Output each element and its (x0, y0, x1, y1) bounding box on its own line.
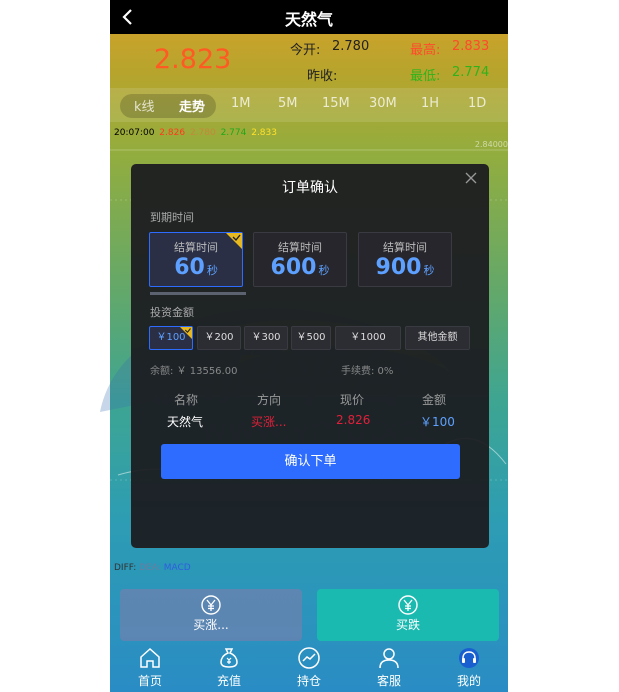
time-selection-indicator (150, 292, 246, 295)
home-icon (140, 647, 160, 668)
amount-option-100[interactable]: ￥100 (149, 326, 193, 350)
low-label: 最低: (410, 69, 441, 84)
close-icon[interactable] (464, 171, 478, 185)
fee-text: 手续费: 0% (341, 366, 394, 377)
nav-label: 客服 (376, 674, 401, 688)
user-icon (379, 648, 399, 669)
nav-recharge[interactable]: 充值 (199, 646, 259, 689)
price-info-line: 20:07:00 2.826 2.780 2.774 2.833 (114, 128, 279, 138)
macd-label: MACD (163, 563, 191, 573)
nav-label: 我的 (456, 674, 481, 688)
macd-indicator: DIFF: DEA: MACD (114, 563, 191, 573)
nav-positions[interactable]: 持仓 (279, 646, 339, 689)
amount-option-300[interactable]: ￥300 (244, 326, 288, 350)
time-option-value: 600 (270, 255, 317, 280)
nav-service[interactable]: 客服 (359, 646, 419, 689)
open-label: 今开: (290, 43, 321, 58)
nav-label: 充值 (216, 674, 241, 688)
col-header-direction: 方向 (257, 393, 282, 407)
tab-trend[interactable]: 走势 (179, 96, 205, 115)
headset-icon (459, 648, 479, 668)
open-value: 2.780 (332, 39, 370, 54)
trade-buttons: 买涨... 买跌 (110, 589, 508, 641)
amount-option-label: ￥500 (296, 332, 326, 343)
time-option-unit: 秒 (206, 264, 218, 277)
col-header-name: 名称 (174, 393, 199, 407)
chart-icon (298, 647, 320, 669)
period-tabs: k线 走势 1M 5M 15M 30M 1H 1D (110, 88, 508, 122)
tab-kline[interactable]: k线 (134, 96, 155, 115)
time-option-value: 60 (174, 255, 205, 280)
nav-mine[interactable]: 我的 (439, 646, 499, 689)
balance-text: 余额: ￥ 13556.00 (150, 366, 238, 377)
high-value: 2.833 (452, 39, 490, 54)
time-option-unit: 秒 (423, 264, 435, 277)
tab-1m[interactable]: 1M (231, 96, 251, 111)
time-option-900[interactable]: 结算时间 900 秒 (358, 232, 452, 287)
amount-label: 投资金额 (150, 306, 194, 319)
time-option-label: 结算时间 (383, 241, 427, 254)
money-bag-icon (220, 648, 238, 668)
check-corner-icon (226, 233, 242, 249)
amount-option-label: ￥1000 (350, 332, 386, 343)
confirm-order-button[interactable]: 确认下单 (161, 444, 460, 479)
time-option-60[interactable]: 结算时间 60 秒 (149, 232, 243, 287)
nav-label: 持仓 (296, 674, 321, 688)
tab-15m[interactable]: 15M (322, 96, 350, 111)
amount-option-label: 其他金额 (417, 332, 458, 343)
buy-up-label: 买涨... (193, 618, 229, 632)
tab-30m[interactable]: 30M (369, 96, 397, 111)
diff-label: DIFF: (114, 563, 137, 573)
amount-option-label: ￥200 (204, 332, 234, 343)
info-low: 2.774 (220, 128, 247, 138)
time-option-value: 900 (375, 255, 422, 280)
dialog-title: 订单确认 (282, 180, 338, 196)
yen-coin-icon (398, 595, 418, 615)
order-confirm-dialog: 订单确认 到期时间 结算时间 60 秒 结算时间 600 秒 结算时间 900 秒 投… (131, 164, 489, 548)
col-header-amount: 金额 (422, 393, 447, 407)
time-option-unit: 秒 (318, 264, 330, 277)
check-corner-icon (180, 327, 192, 339)
info-current: 2.826 (159, 128, 186, 138)
info-open: 2.780 (189, 128, 216, 138)
amount-option-500[interactable]: ￥500 (291, 326, 331, 350)
order-amount: ￥100 (420, 415, 455, 429)
high-label: 最高: (410, 43, 441, 58)
tab-1d[interactable]: 1D (468, 96, 486, 111)
buy-down-button[interactable]: 买跌 (317, 589, 499, 641)
order-price: 2.826 (336, 413, 371, 427)
current-price: 2.823 (154, 44, 232, 75)
buy-down-label: 买跌 (395, 618, 420, 632)
yen-coin-icon (201, 595, 221, 615)
buy-up-button[interactable]: 买涨... (120, 589, 302, 641)
order-direction: 买涨... (251, 415, 287, 429)
nav-label: 首页 (137, 674, 162, 688)
time-option-label: 结算时间 (278, 241, 322, 254)
prev-close-label: 昨收: (307, 69, 338, 84)
amount-option-1000[interactable]: ￥1000 (335, 326, 401, 350)
low-value: 2.774 (452, 65, 490, 80)
top-bar: 天然气 (110, 0, 508, 34)
tab-1h[interactable]: 1H (421, 96, 439, 111)
bottom-nav: 首页 充值 持仓 客服 我的 (110, 644, 508, 692)
quote-panel: 2.823 今开: 2.780 最高: 2.833 昨收: 最低: 2.774 (110, 34, 508, 88)
col-header-price: 现价 (340, 393, 365, 407)
info-time: 20:07:00 (114, 128, 155, 138)
amount-option-other[interactable]: 其他金额 (405, 326, 470, 350)
order-name: 天然气 (167, 415, 204, 429)
info-high: 2.833 (251, 128, 277, 138)
tab-5m[interactable]: 5M (278, 96, 298, 111)
page-title: 天然气 (284, 10, 333, 29)
nav-home[interactable]: 首页 (120, 646, 180, 689)
expiry-label: 到期时间 (150, 211, 194, 224)
dea-label: DEA: (139, 563, 161, 573)
amount-option-label: ￥300 (251, 332, 281, 343)
time-option-600[interactable]: 结算时间 600 秒 (253, 232, 347, 287)
amount-option-200[interactable]: ￥200 (197, 326, 241, 350)
